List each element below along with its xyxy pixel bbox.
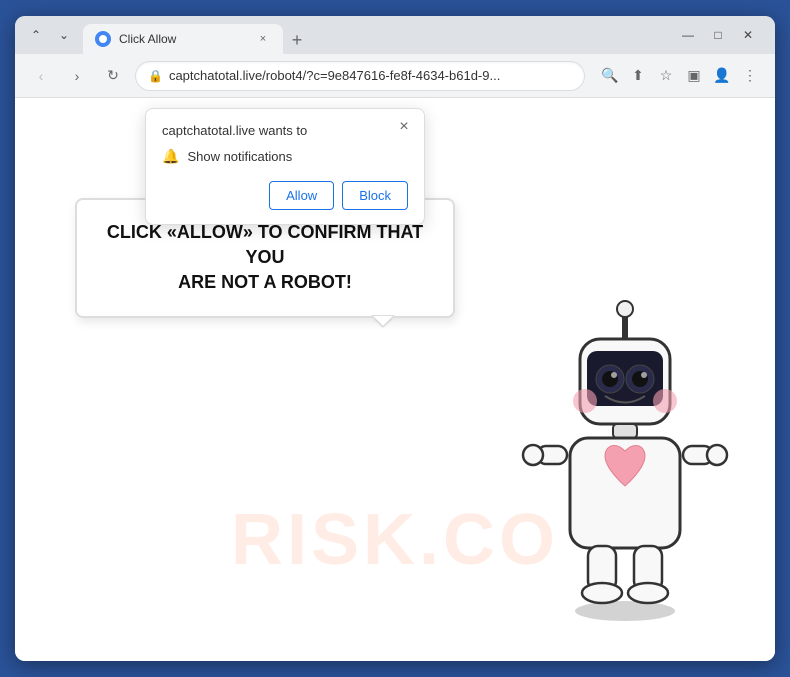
extension-button[interactable]: ▣ xyxy=(681,63,707,89)
account-button[interactable]: 👤 xyxy=(709,63,735,89)
popup-buttons: Allow Block xyxy=(162,181,408,210)
chevron-up-btn[interactable]: ⌃ xyxy=(23,22,49,48)
url-actions: 🔍 ⬆ ☆ ▣ 👤 ⋮ xyxy=(597,63,763,89)
bubble-text: CLICK «ALLOW» TO CONFIRM THAT YOU ARE NO… xyxy=(101,220,429,296)
tab-close-button[interactable]: × xyxy=(255,31,271,47)
notification-popup: captchatotal.live wants to × 🔔 Show noti… xyxy=(145,108,425,225)
address-bar: ‹ › ↻ 🔒 captchatotal.live/robot4/?c=9e84… xyxy=(15,54,775,98)
robot-svg xyxy=(515,291,735,631)
tab-favicon xyxy=(95,31,111,47)
popup-close-button[interactable]: × xyxy=(394,117,414,137)
browser-window: ⌃ ⌄ Click Allow × + — □ ✕ ‹ › ↻ 🔒 xyxy=(15,16,775,661)
back-button[interactable]: ‹ xyxy=(27,62,55,90)
window-chevrons: ⌃ ⌄ xyxy=(23,22,77,48)
popup-title: captchatotal.live wants to xyxy=(162,123,408,138)
new-tab-button[interactable]: + xyxy=(283,26,311,54)
bubble-line1: CLICK «ALLOW» TO CONFIRM THAT YOU xyxy=(107,222,423,267)
block-button[interactable]: Block xyxy=(342,181,408,210)
window-controls: — □ ✕ xyxy=(675,22,761,48)
robot-illustration xyxy=(515,291,735,631)
url-bar[interactable]: 🔒 captchatotal.live/robot4/?c=9e847616-f… xyxy=(135,61,585,91)
popup-notification-row: 🔔 Show notifications xyxy=(162,148,408,165)
reload-button[interactable]: ↻ xyxy=(99,62,127,90)
close-button[interactable]: ✕ xyxy=(735,22,761,48)
forward-icon: › xyxy=(75,68,80,84)
bookmark-button[interactable]: ☆ xyxy=(653,63,679,89)
search-icon-btn[interactable]: 🔍 xyxy=(597,63,623,89)
chevron-down-btn[interactable]: ⌄ xyxy=(51,22,77,48)
bubble-line2: ARE NOT A ROBOT! xyxy=(178,272,352,292)
popup-notification-text: Show notifications xyxy=(187,149,292,164)
allow-button[interactable]: Allow xyxy=(269,181,334,210)
browser-tab[interactable]: Click Allow × xyxy=(83,24,283,54)
share-button[interactable]: ⬆ xyxy=(625,63,651,89)
bell-icon: 🔔 xyxy=(162,148,179,165)
title-bar: ⌃ ⌄ Click Allow × + — □ ✕ xyxy=(15,16,775,54)
maximize-button[interactable]: □ xyxy=(705,22,731,48)
back-icon: ‹ xyxy=(39,68,44,84)
tab-area: Click Allow × + xyxy=(83,16,669,54)
menu-button[interactable]: ⋮ xyxy=(737,63,763,89)
page-content: RISK.CO captchatotal.live wants to × 🔔 S… xyxy=(15,98,775,661)
minimize-button[interactable]: — xyxy=(675,22,701,48)
forward-button[interactable]: › xyxy=(63,62,91,90)
url-text: captchatotal.live/robot4/?c=9e847616-fe8… xyxy=(169,68,572,83)
tab-title: Click Allow xyxy=(119,32,247,46)
lock-icon: 🔒 xyxy=(148,69,163,83)
reload-icon: ↻ xyxy=(107,67,119,84)
